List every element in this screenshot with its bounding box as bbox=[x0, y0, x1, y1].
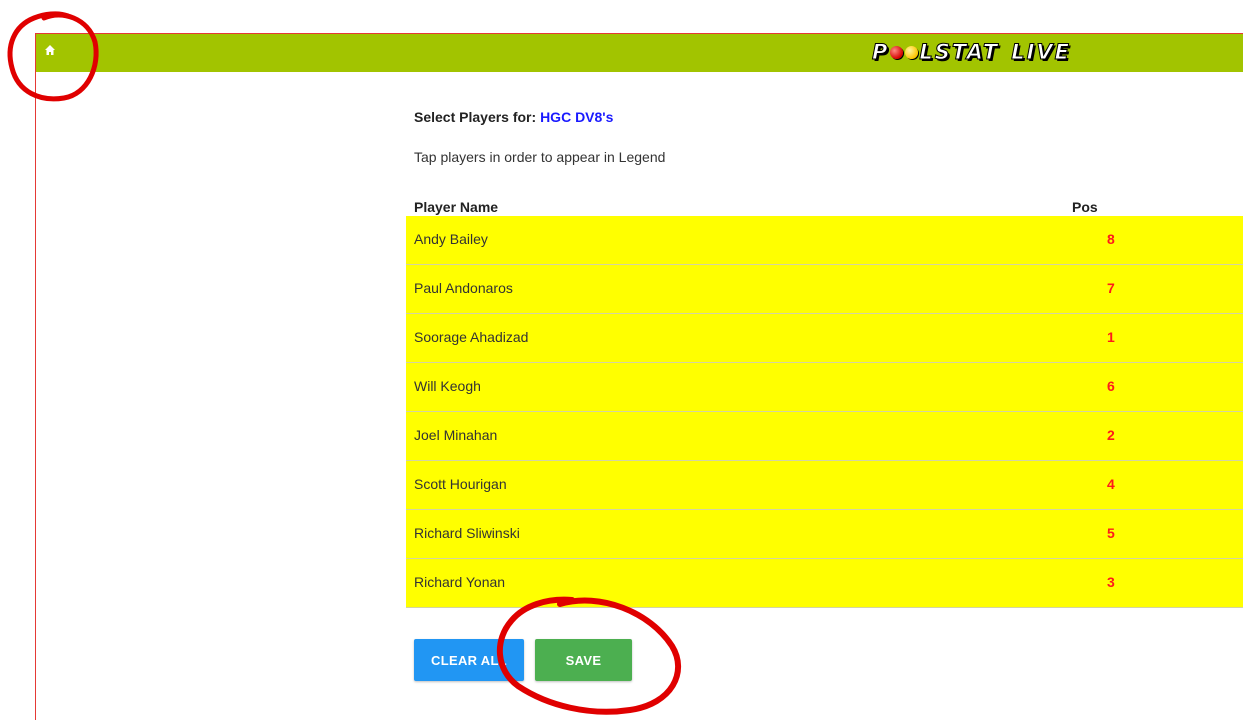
player-row[interactable]: Andy Bailey 8 bbox=[406, 216, 1243, 265]
player-name: Joel Minahan bbox=[414, 427, 498, 443]
poolstat-live-logo: P LSTAT LIVE bbox=[871, 38, 1071, 66]
player-name: Andy Bailey bbox=[414, 231, 488, 247]
player-row[interactable]: Richard Yonan 3 bbox=[406, 559, 1243, 608]
player-name: Soorage Ahadizad bbox=[414, 329, 529, 345]
player-position: 2 bbox=[1107, 427, 1115, 443]
red-ball-icon bbox=[890, 45, 904, 59]
logo-text-lstat: LSTAT bbox=[919, 40, 1000, 65]
yellow-ball-icon bbox=[905, 45, 919, 59]
player-row[interactable]: Scott Hourigan 4 bbox=[406, 461, 1243, 510]
player-row[interactable]: Will Keogh 6 bbox=[406, 363, 1243, 412]
column-header-player-name: Player Name bbox=[414, 199, 499, 215]
player-row[interactable]: Richard Sliwinski 5 bbox=[406, 510, 1243, 559]
select-players-heading: Select Players for: HGC DV8's bbox=[414, 109, 613, 125]
top-bar: P LSTAT LIVE bbox=[36, 34, 1243, 72]
select-players-label: Select Players for: bbox=[414, 109, 541, 125]
player-position: 5 bbox=[1107, 525, 1115, 541]
player-row[interactable]: Paul Andonaros 7 bbox=[406, 265, 1243, 314]
player-name: Richard Yonan bbox=[414, 574, 506, 590]
player-position: 3 bbox=[1107, 574, 1115, 590]
player-position: 7 bbox=[1107, 280, 1115, 296]
instructions-text: Tap players in order to appear in Legend bbox=[414, 149, 666, 165]
team-name: HGC DV8's bbox=[540, 109, 614, 125]
player-name: Will Keogh bbox=[414, 378, 481, 394]
save-button[interactable]: SAVE bbox=[535, 639, 632, 681]
player-position: 6 bbox=[1107, 378, 1115, 394]
player-position: 4 bbox=[1107, 476, 1115, 492]
home-button[interactable] bbox=[42, 44, 58, 60]
player-name: Richard Sliwinski bbox=[414, 525, 520, 541]
logo-text-p: P bbox=[871, 40, 890, 65]
player-row[interactable]: Soorage Ahadizad 1 bbox=[406, 314, 1243, 363]
home-icon bbox=[44, 43, 56, 61]
player-row[interactable]: Joel Minahan 2 bbox=[406, 412, 1243, 461]
column-header-pos: Pos bbox=[1072, 199, 1098, 215]
player-list: Andy Bailey 8 Paul Andonaros 7 Soorage A… bbox=[406, 216, 1243, 608]
player-name: Paul Andonaros bbox=[414, 280, 513, 296]
player-position: 8 bbox=[1107, 231, 1115, 247]
logo-text-live: LIVE bbox=[1011, 40, 1071, 65]
player-position: 1 bbox=[1107, 329, 1115, 345]
player-name: Scott Hourigan bbox=[414, 476, 507, 492]
clear-all-button[interactable]: CLEAR ALL bbox=[414, 639, 524, 681]
